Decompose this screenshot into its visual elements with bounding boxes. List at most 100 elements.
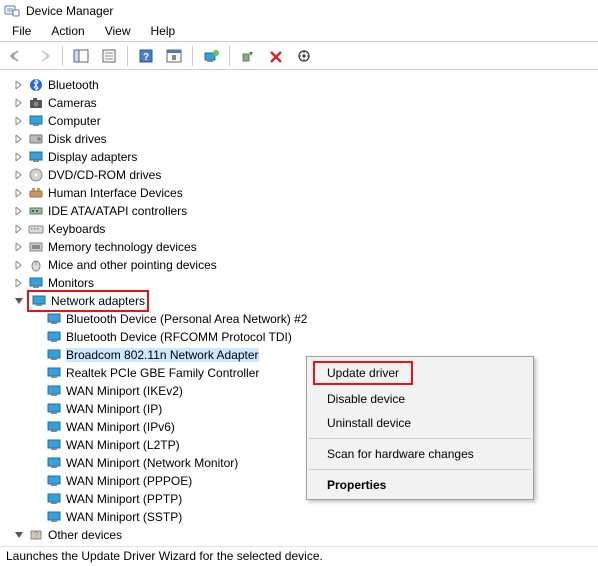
show-hide-console-tree-button[interactable] — [69, 45, 93, 67]
tree-label: Computer — [48, 114, 101, 128]
svg-text:?: ? — [143, 52, 149, 63]
network-adapter-icon — [46, 383, 62, 399]
menu-help[interactable]: Help — [141, 22, 186, 41]
tree-item-display-adapters[interactable]: Display adapters — [8, 148, 598, 166]
tree-item-bt-pan[interactable]: Bluetooth Device (Personal Area Network)… — [26, 310, 598, 328]
expand-arrow-icon[interactable] — [14, 206, 24, 216]
tree-label: WAN Miniport (IKEv2) — [66, 384, 183, 398]
tree-label: Memory technology devices — [48, 240, 197, 254]
tree-label: Network adapters — [51, 294, 145, 308]
expand-arrow-icon[interactable] — [14, 260, 24, 270]
tree-label: Realtek PCIe GBE Family Controller — [66, 366, 259, 380]
collapse-arrow-icon[interactable] — [14, 530, 24, 540]
properties-button[interactable] — [97, 45, 121, 67]
update-driver-toolbar-button[interactable] — [199, 45, 223, 67]
monitor-icon — [28, 275, 44, 291]
tree-item-cameras[interactable]: Cameras — [8, 94, 598, 112]
context-menu-properties[interactable]: Properties — [307, 473, 533, 497]
disk-drive-icon — [28, 131, 44, 147]
tree-label: Bluetooth — [48, 78, 99, 92]
scan-hardware-button[interactable] — [292, 45, 316, 67]
tree-label: Other devices — [48, 528, 122, 540]
tree-label: Broadcom 802.11n Network Adapter — [66, 348, 259, 362]
menu-action[interactable]: Action — [41, 22, 94, 41]
network-adapter-icon — [46, 311, 62, 327]
expand-arrow-icon[interactable] — [14, 224, 24, 234]
expand-arrow-icon[interactable] — [14, 152, 24, 162]
back-button[interactable] — [4, 45, 28, 67]
tree-item-bt-rfcomm[interactable]: Bluetooth Device (RFCOMM Protocol TDI) — [26, 328, 598, 346]
tree-item-bluetooth[interactable]: Bluetooth — [8, 76, 598, 94]
tree-label: Bluetooth Device (RFCOMM Protocol TDI) — [66, 330, 292, 344]
status-bar: Launches the Update Driver Wizard for th… — [0, 546, 598, 566]
tree-item-computer[interactable]: Computer — [8, 112, 598, 130]
tree-item-hid[interactable]: Human Interface Devices — [8, 184, 598, 202]
toolbar: ? — [0, 42, 598, 70]
tree-label: Disk drives — [48, 132, 107, 146]
enable-device-button[interactable] — [236, 45, 260, 67]
bluetooth-icon — [28, 77, 44, 93]
expand-arrow-icon[interactable] — [14, 188, 24, 198]
network-adapter-icon — [31, 293, 47, 309]
tree-label: Cameras — [48, 96, 97, 110]
tree-item-mice[interactable]: Mice and other pointing devices — [8, 256, 598, 274]
network-adapter-icon — [46, 509, 62, 525]
network-adapter-icon — [46, 455, 62, 471]
forward-button[interactable] — [32, 45, 56, 67]
tree-label: WAN Miniport (Network Monitor) — [66, 456, 238, 470]
expand-arrow-icon[interactable] — [14, 170, 24, 180]
tree-label: Mice and other pointing devices — [48, 258, 217, 272]
action-button[interactable] — [162, 45, 186, 67]
tree-item-ide[interactable]: IDE ATA/ATAPI controllers — [8, 202, 598, 220]
tree-label: WAN Miniport (L2TP) — [66, 438, 180, 452]
menu-file[interactable]: File — [2, 22, 41, 41]
ide-controller-icon — [28, 203, 44, 219]
expand-arrow-icon[interactable] — [14, 98, 24, 108]
tree-label: WAN Miniport (IP) — [66, 402, 162, 416]
context-menu: Update driver Disable device Uninstall d… — [306, 356, 534, 500]
tree-item-network-adapters[interactable]: Network adapters — [8, 292, 598, 310]
tree-label: Human Interface Devices — [48, 186, 183, 200]
context-menu-uninstall-device[interactable]: Uninstall device — [307, 411, 533, 435]
help-button[interactable]: ? — [134, 45, 158, 67]
tree-label: WAN Miniport (PPPOE) — [66, 474, 192, 488]
tree-label: WAN Miniport (SSTP) — [66, 510, 182, 524]
keyboard-icon — [28, 221, 44, 237]
expand-arrow-icon[interactable] — [14, 134, 24, 144]
tree-label: WAN Miniport (PPTP) — [66, 492, 182, 506]
expand-arrow-icon[interactable] — [14, 80, 24, 90]
window-title: Device Manager — [26, 4, 113, 18]
svg-text:?: ? — [33, 530, 38, 540]
menu-bar: File Action View Help — [0, 22, 598, 42]
context-menu-separator — [309, 469, 531, 470]
memory-icon — [28, 239, 44, 255]
computer-icon — [28, 113, 44, 129]
tree-label: Monitors — [48, 276, 94, 290]
title-bar: Device Manager — [0, 0, 598, 22]
tree-item-dvd[interactable]: DVD/CD-ROM drives — [8, 166, 598, 184]
expand-arrow-icon[interactable] — [14, 242, 24, 252]
tree-item-keyboards[interactable]: Keyboards — [8, 220, 598, 238]
hid-icon — [28, 185, 44, 201]
tree-item-disk-drives[interactable]: Disk drives — [8, 130, 598, 148]
expand-arrow-icon[interactable] — [14, 116, 24, 126]
collapse-arrow-icon[interactable] — [14, 296, 24, 306]
device-manager-icon — [4, 3, 20, 19]
tree-item-other-devices[interactable]: ? Other devices — [8, 526, 598, 540]
mouse-icon — [28, 257, 44, 273]
context-menu-disable-device[interactable]: Disable device — [307, 387, 533, 411]
network-adapter-icon — [46, 401, 62, 417]
network-adapter-icon — [46, 365, 62, 381]
tree-item-memory-tech[interactable]: Memory technology devices — [8, 238, 598, 256]
expand-arrow-icon[interactable] — [14, 278, 24, 288]
network-adapter-icon — [46, 329, 62, 345]
status-text: Launches the Update Driver Wizard for th… — [6, 549, 323, 563]
menu-view[interactable]: View — [95, 22, 141, 41]
context-menu-separator — [309, 438, 531, 439]
context-menu-update-driver[interactable]: Update driver — [313, 361, 413, 385]
uninstall-device-button[interactable] — [264, 45, 288, 67]
network-adapter-icon — [46, 347, 62, 363]
context-menu-scan-hardware[interactable]: Scan for hardware changes — [307, 442, 533, 466]
tree-item-wan-sstp[interactable]: WAN Miniport (SSTP) — [26, 508, 598, 526]
network-adapter-icon — [46, 491, 62, 507]
